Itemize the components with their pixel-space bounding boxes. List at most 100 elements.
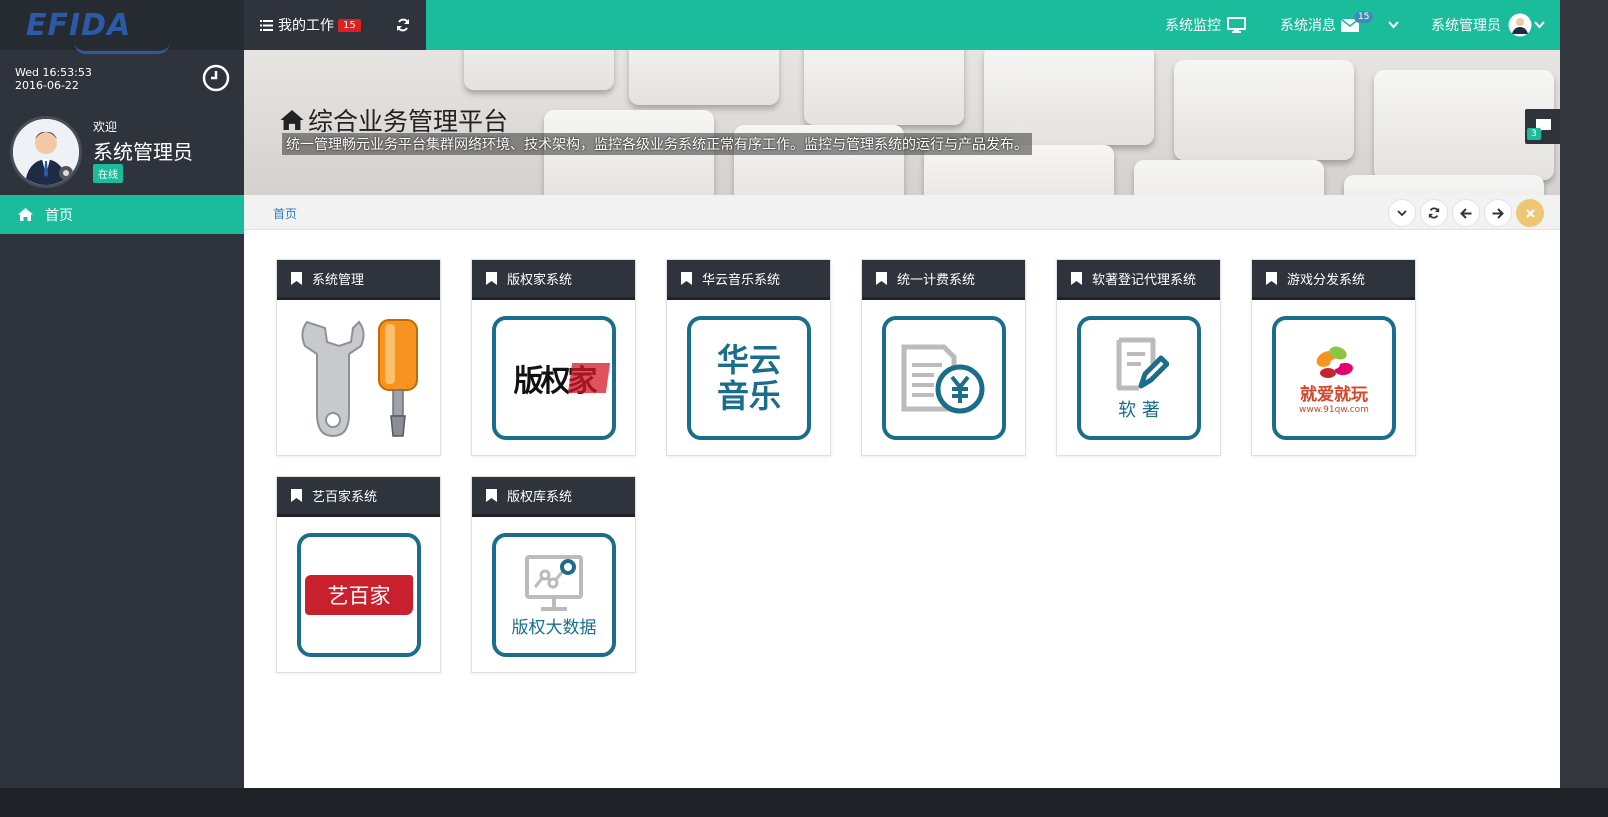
bookmark-icon xyxy=(486,272,497,285)
bigdata-icon xyxy=(525,554,583,611)
card-header: 游戏分发系统 xyxy=(1252,260,1415,300)
card-title: 艺百家系统 xyxy=(312,490,378,505)
list-icon xyxy=(260,19,273,31)
close-icon xyxy=(1525,208,1535,218)
brand-logo[interactable]: EFIDA xyxy=(26,8,170,54)
bookmark-icon xyxy=(876,272,887,285)
refresh-icon xyxy=(1428,207,1440,219)
taskbar xyxy=(0,788,1608,817)
software-copyright-icon xyxy=(1116,337,1169,391)
card-title: 游戏分发系统 xyxy=(1287,273,1366,288)
bookmark-icon xyxy=(681,272,692,285)
card-title: 软著登记代理系统 xyxy=(1092,273,1197,288)
system-card-banquanjia[interactable]: 版权家系统 版权家 xyxy=(471,259,636,456)
card-header: 版权家系统 xyxy=(472,260,635,300)
datetime-panel: Wed 16:53:53 2016-06-22 xyxy=(0,50,244,108)
status-badge: 在线 xyxy=(93,164,123,183)
avatar[interactable] xyxy=(10,116,82,188)
billing-tile xyxy=(882,316,1006,440)
bigdata-tile: 版权大数据 xyxy=(492,533,616,657)
user-avatar-small xyxy=(1508,13,1532,37)
back-button[interactable] xyxy=(1452,199,1480,227)
chevron-down-icon xyxy=(1397,209,1407,216)
my-work-label: 我的工作 xyxy=(278,18,334,34)
banquanjia-logo: 版权家 xyxy=(492,316,616,440)
home-icon xyxy=(18,208,33,221)
sidebar-item-label: 首页 xyxy=(45,207,73,224)
card-title: 系统管理 xyxy=(312,273,365,288)
billing-icon xyxy=(901,344,985,414)
sidebar: EFIDA Wed 16:53:53 2016-06-22 欢迎 系统管理员 在… xyxy=(0,0,244,817)
messages-count-badge: 15 xyxy=(1354,11,1374,23)
sidebar-item-home[interactable]: 首页 xyxy=(0,195,244,234)
bookmark-icon xyxy=(291,489,302,502)
flower-icon xyxy=(1316,346,1353,378)
system-card-admin[interactable]: 系统管理 xyxy=(276,259,441,456)
system-messages-button[interactable]: 系统消息 15 xyxy=(1280,0,1374,50)
close-button[interactable] xyxy=(1516,199,1544,227)
page-banner: 综合业务管理平台 统一管理畅元业务平台集群网络环境、技术架构，监控各级业务系统正… xyxy=(244,50,1560,195)
system-card-billing[interactable]: 统一计费系统 xyxy=(861,259,1026,456)
bookmark-icon xyxy=(291,272,302,285)
main-content: 系统管理 版权家系统 版权家 华云音乐系统 华云 音乐 统一计费系统 软著登记代… xyxy=(244,230,1560,788)
card-title: 统一计费系统 xyxy=(897,273,976,288)
system-monitor-button[interactable]: 系统监控 xyxy=(1165,0,1246,50)
breadcrumb-bar: 首页 xyxy=(244,195,1560,230)
page-subtitle: 统一管理畅元业务平台集群网络环境、技术架构，监控各级业务系统正常有序工作。监控与… xyxy=(282,133,1032,155)
topbar-left: 我的工作 15 xyxy=(244,0,426,50)
card-header: 系统管理 xyxy=(277,260,440,300)
logo-subtext: www.91qw.com xyxy=(1299,405,1369,415)
system-card-copyright-library[interactable]: 版权库系统 版权大数据 xyxy=(471,476,636,673)
breadcrumb-home[interactable]: 首页 xyxy=(273,205,297,222)
system-messages-label: 系统消息 xyxy=(1280,18,1336,34)
system-card-software-copyright[interactable]: 软著登记代理系统 软 著 xyxy=(1056,259,1221,456)
collapse-button[interactable] xyxy=(1388,199,1416,227)
welcome-text: 欢迎 xyxy=(93,120,118,134)
logo-text-2: 音乐 xyxy=(716,377,781,415)
card-title: 华云音乐系统 xyxy=(702,273,781,288)
card-header: 艺百家系统 xyxy=(277,477,440,517)
yibaijia-logo: 艺百家 xyxy=(297,533,421,657)
my-work-count-badge: 15 xyxy=(338,18,361,32)
sidebar-user-name: 系统管理员 xyxy=(93,140,193,164)
card-title: 版权家系统 xyxy=(507,273,573,288)
chevron-down-icon[interactable] xyxy=(1388,21,1399,29)
logo-text: 艺百家 xyxy=(327,584,391,608)
logo-text: 版权大数据 xyxy=(511,617,597,638)
logo-area: EFIDA xyxy=(0,0,244,54)
software-copyright-tile: 软 著 xyxy=(1077,316,1201,440)
chevron-down-icon xyxy=(1534,21,1545,29)
user-menu-label: 系统管理员 xyxy=(1431,18,1501,34)
logo-text: 就爱就玩 xyxy=(1300,385,1368,405)
forward-button[interactable] xyxy=(1484,199,1512,227)
topbar: 系统监控 系统消息 15 系统管理员 xyxy=(426,0,1560,50)
logo-text: 软 著 xyxy=(1118,400,1160,421)
card-title: 版权库系统 xyxy=(507,490,573,505)
my-work-button[interactable]: 我的工作 15 xyxy=(244,15,361,35)
bookmark-icon xyxy=(1071,272,1082,285)
card-header: 版权库系统 xyxy=(472,477,635,517)
monitor-icon xyxy=(1227,17,1246,33)
card-header: 软著登记代理系统 xyxy=(1057,260,1220,300)
refresh-icon[interactable] xyxy=(396,18,410,32)
arrow-right-icon xyxy=(1492,207,1504,219)
user-menu[interactable]: 系统管理员 xyxy=(1431,0,1545,50)
home-icon xyxy=(280,110,304,130)
chat-count-badge: 3 xyxy=(1527,128,1541,140)
system-card-huayun-music[interactable]: 华云音乐系统 华云 音乐 xyxy=(666,259,831,456)
arrow-left-icon xyxy=(1460,207,1472,219)
clock-icon xyxy=(202,64,230,92)
card-header: 华云音乐系统 xyxy=(667,260,830,300)
logo-text-1: 华云 xyxy=(716,341,781,379)
system-monitor-label: 系统监控 xyxy=(1165,18,1221,34)
card-header: 统一计费系统 xyxy=(862,260,1025,300)
system-card-game-distribution[interactable]: 游戏分发系统 就爱就玩 www.91qw.com xyxy=(1251,259,1416,456)
system-card-yibaijia[interactable]: 艺百家系统 艺百家 xyxy=(276,476,441,673)
bookmark-icon xyxy=(486,489,497,502)
reload-button[interactable] xyxy=(1420,199,1448,227)
huayun-music-logo: 华云 音乐 xyxy=(687,316,811,440)
bookmark-icon xyxy=(1266,272,1277,285)
user-panel: 欢迎 系统管理员 在线 xyxy=(0,108,244,195)
window-edge xyxy=(1560,0,1608,817)
tools-icon xyxy=(301,319,418,438)
